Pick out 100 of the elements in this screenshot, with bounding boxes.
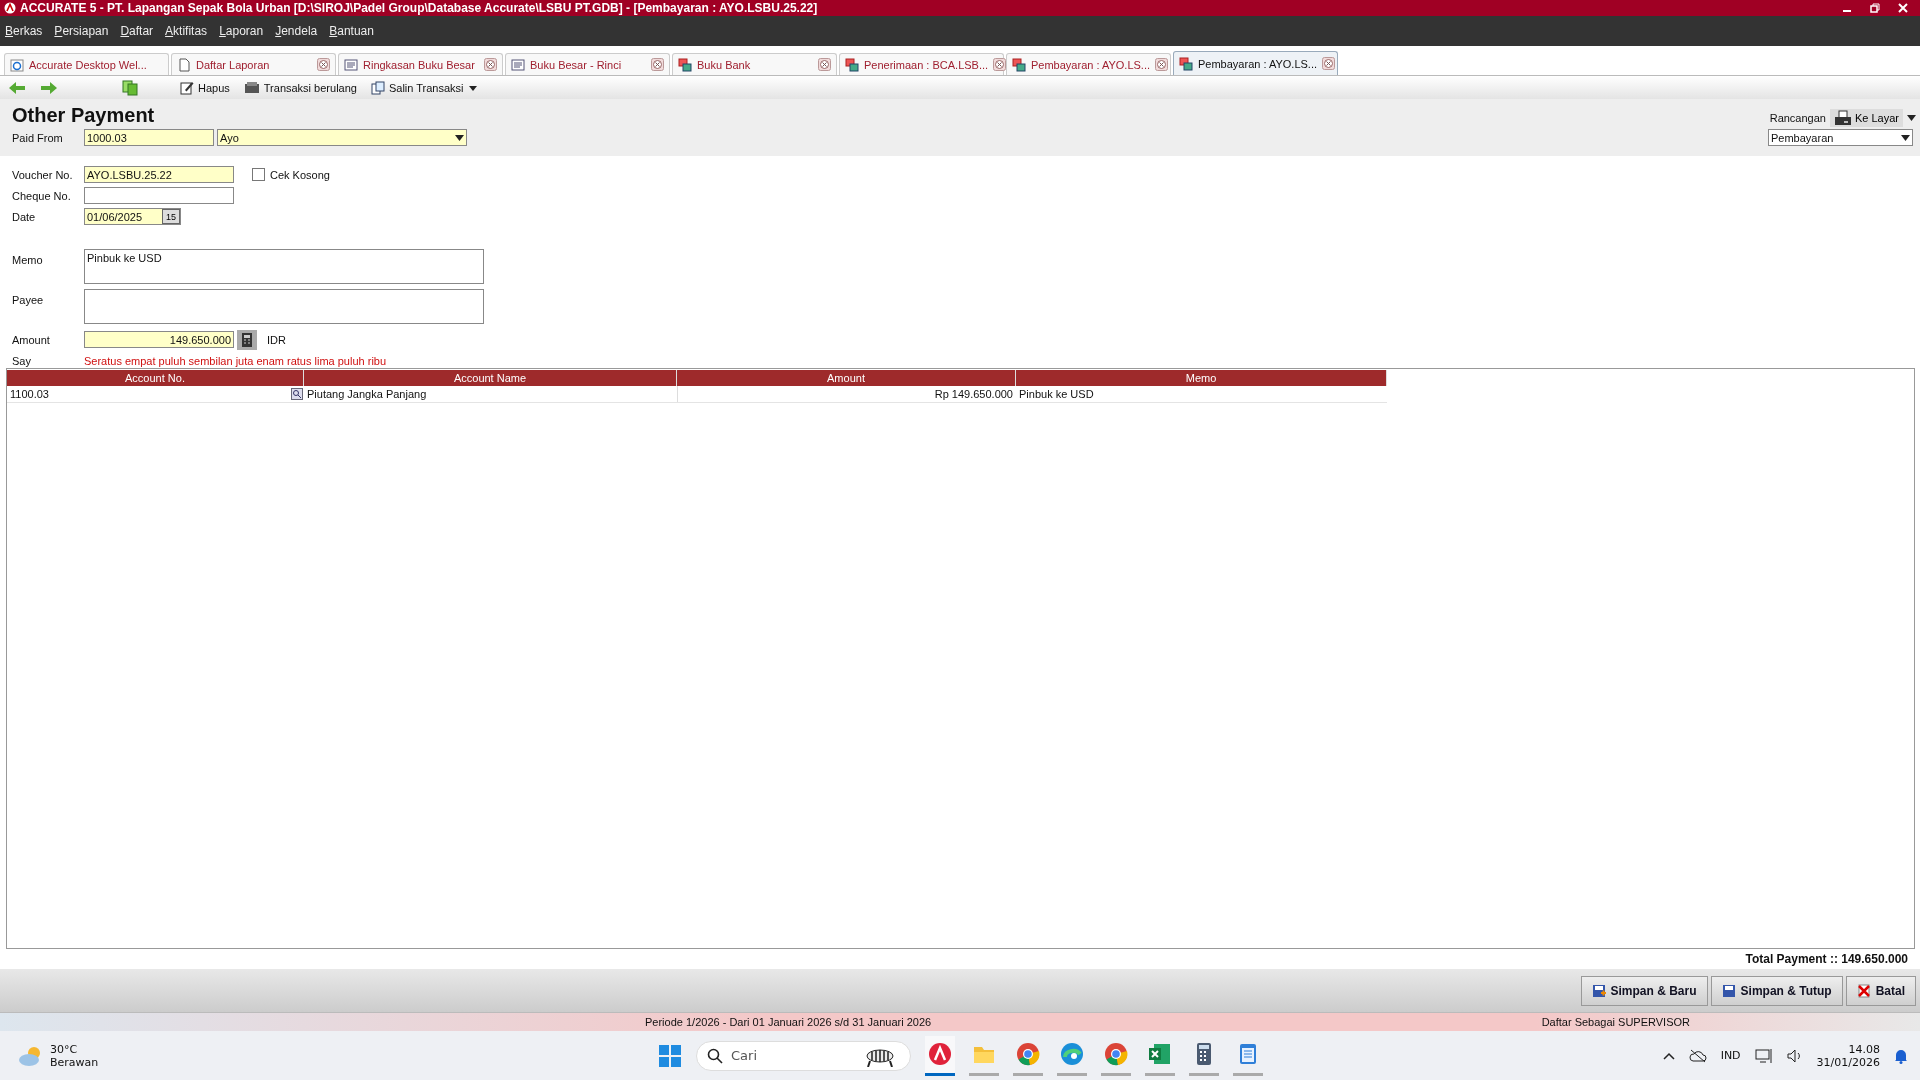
chevron-up-icon[interactable] — [1662, 1051, 1675, 1060]
user-status: Daftar Sebagai SUPERVISOR — [1541, 1016, 1690, 1028]
close-icon[interactable] — [1898, 3, 1908, 13]
cheque-field[interactable] — [84, 187, 234, 204]
spreadsheet-icon — [1148, 1042, 1172, 1066]
table-cell: Rp 149.650.000 — [677, 386, 1016, 402]
windows-icon — [678, 57, 692, 72]
voucher-field[interactable]: AYO.LSBU.25.22 — [84, 166, 234, 183]
browser-icon — [1060, 1042, 1084, 1066]
column-header[interactable]: Account No. — [7, 370, 304, 386]
amount-field[interactable]: 149.650.000 — [84, 331, 234, 348]
column-header[interactable]: Account Name — [304, 370, 677, 386]
logo-icon — [4, 2, 16, 14]
action-button[interactable]: Simpan & Baru — [1580, 975, 1708, 1006]
calculator-icon[interactable] — [237, 329, 257, 350]
web-page-icon — [10, 57, 24, 72]
action-button[interactable]: Simpan & Tutup — [1710, 975, 1843, 1006]
menu-item[interactable]: Aktifitas — [165, 24, 208, 38]
field-label: Date — [12, 210, 37, 223]
cancel-icon — [1856, 983, 1871, 998]
weather-condition: Berawan — [50, 1055, 99, 1069]
clock-time[interactable]: 14.08 — [1848, 1042, 1880, 1056]
pencil-page-icon — [180, 80, 194, 95]
taskbar-app[interactable] — [925, 1035, 955, 1076]
menu-item[interactable]: Laporan — [219, 24, 264, 38]
search-field[interactable]: Cari — [696, 1040, 911, 1071]
copy-pages-icon — [370, 80, 385, 95]
field-label: Memo — [12, 253, 44, 266]
temperature: 30°C — [50, 1042, 79, 1056]
restore-icon[interactable] — [1870, 3, 1880, 13]
printer-icon — [1833, 110, 1852, 126]
field-label: Paid From — [12, 131, 64, 144]
date-field[interactable]: 01/06/2025 15 — [84, 208, 181, 225]
account-code-field[interactable]: 1000.03 — [84, 129, 214, 146]
forward-arrow-icon[interactable] — [40, 80, 58, 95]
document-tab[interactable]: Buku Besar - Rinci — [505, 53, 670, 75]
document-tab[interactable]: Pembayaran : AYO.LS... — [1006, 53, 1171, 75]
memo-field[interactable]: Pinbuk ke USD — [84, 249, 484, 284]
document-tab[interactable]: Ringkasan Buku Besar — [338, 53, 503, 75]
lookup-icon[interactable] — [291, 388, 303, 400]
checkbox[interactable] — [252, 168, 265, 181]
back-arrow-icon[interactable] — [8, 80, 26, 95]
close-tab-icon[interactable] — [818, 58, 831, 71]
close-tab-icon[interactable] — [1155, 58, 1169, 71]
windows-icon — [1179, 56, 1193, 71]
toolbar-button[interactable]: Hapus — [180, 80, 230, 95]
document-tab[interactable]: Pembayaran : AYO.LS... — [1173, 51, 1338, 75]
list-icon — [344, 57, 358, 72]
browser-icon — [1016, 1042, 1040, 1066]
speaker-icon[interactable] — [1786, 1048, 1803, 1063]
template-dropdown[interactable]: Pembayaran — [1768, 129, 1913, 146]
caret-icon[interactable] — [1907, 115, 1916, 121]
machine-icon — [243, 80, 260, 95]
windows-icon — [845, 57, 859, 72]
close-tab-icon[interactable] — [317, 58, 330, 71]
close-tab-icon[interactable] — [484, 58, 497, 71]
column-header[interactable]: Memo — [1016, 370, 1387, 386]
column-header[interactable]: Amount — [677, 370, 1016, 386]
search-icon — [707, 1047, 723, 1064]
caret-icon — [455, 134, 464, 141]
table-cell-text: Pinbuk ke USD — [1018, 387, 1095, 402]
field-label: Voucher No. — [12, 168, 74, 181]
form-title: Other Payment — [12, 103, 156, 127]
document-tab[interactable]: Accurate Desktop Wel... — [4, 53, 169, 75]
search-placeholder: Cari — [731, 1048, 758, 1063]
document-tab[interactable]: Penerimaan : BCA.LSB... — [839, 53, 1004, 75]
windows-icon — [1012, 57, 1026, 72]
page-icon — [177, 57, 191, 72]
payee-field[interactable] — [84, 289, 484, 324]
field-label: Say — [12, 354, 32, 367]
total-payment: Total Payment :: 149.650.000 — [1744, 951, 1909, 968]
checkbox-label: Cek Kosong — [270, 168, 330, 181]
floppy-plus-icon — [1591, 983, 1606, 998]
toolbar-button[interactable]: Salin Transaksi — [370, 80, 478, 95]
close-tab-icon[interactable] — [1322, 57, 1336, 70]
menu-item[interactable]: Berkas — [5, 24, 43, 38]
toolbar-button[interactable]: Transaksi berulang — [243, 80, 357, 95]
field-label: Payee — [12, 293, 45, 306]
close-tab-icon[interactable] — [993, 58, 1007, 71]
cloud-offline-icon[interactable] — [1688, 1048, 1707, 1063]
menu-item[interactable]: Jendela — [275, 24, 318, 38]
browser-icon — [1104, 1042, 1128, 1066]
action-button[interactable]: Batal — [1845, 975, 1916, 1006]
table-cell[interactable]: 1100.03 — [7, 386, 291, 402]
account-dropdown[interactable]: Ayo — [217, 129, 467, 146]
period-status: Periode 1/2026 - Dari 01 Januari 2026 s/d 31 Januari 2026 — [645, 1016, 932, 1028]
close-tab-icon[interactable] — [651, 58, 664, 71]
clock-date[interactable]: 31/01/2026 — [1816, 1055, 1880, 1069]
menu-item[interactable]: Bantuan — [329, 24, 374, 38]
print-button[interactable]: Ke Layar — [1829, 109, 1903, 127]
start-icon[interactable] — [658, 1043, 682, 1068]
network-icon[interactable] — [1754, 1047, 1773, 1064]
language-indicator[interactable]: IND — [1720, 1049, 1741, 1062]
menu-item[interactable]: Daftar — [120, 24, 154, 38]
notification-bell-icon[interactable] — [1894, 1047, 1908, 1064]
copy-pages-icon[interactable] — [122, 79, 138, 96]
menu-item[interactable]: Persiapan — [54, 24, 109, 38]
document-tab[interactable]: Daftar Laporan — [171, 53, 336, 75]
calendar-button[interactable]: 15 — [162, 209, 180, 224]
document-tab[interactable]: Buku Bank — [672, 53, 837, 75]
